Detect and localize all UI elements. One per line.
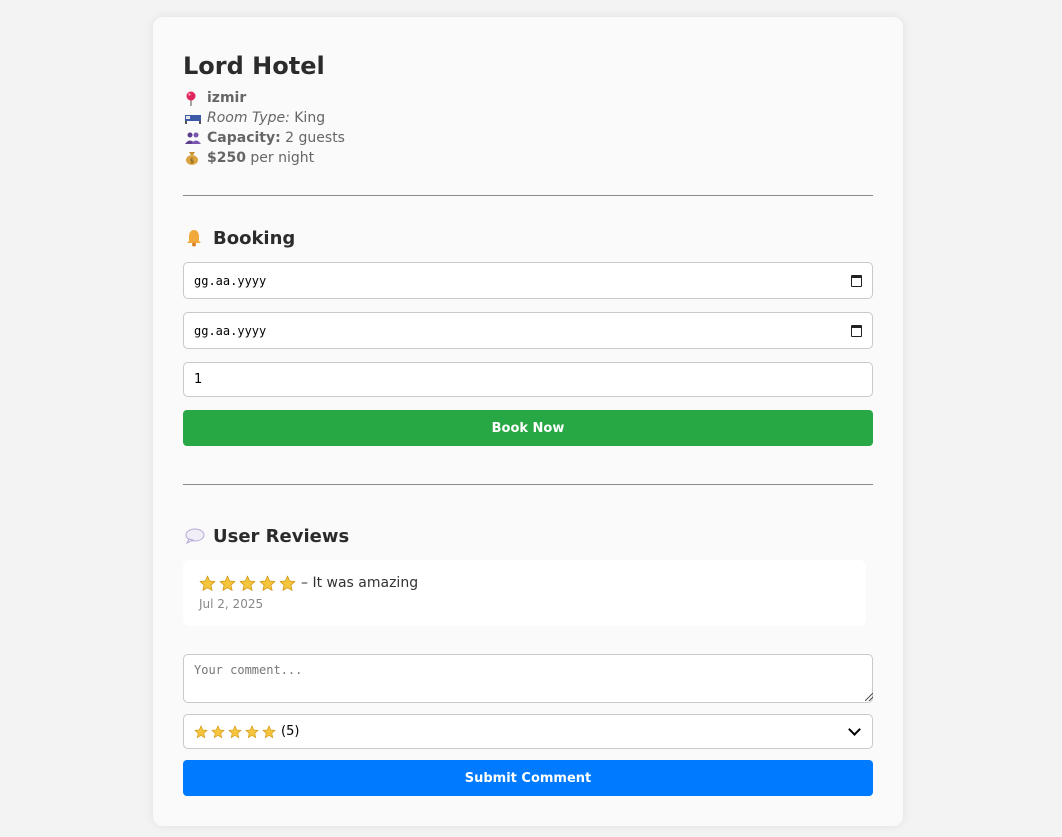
checkout-date-input[interactable]: gg.aa.yyyy: [183, 312, 873, 349]
price-suffix: per night: [250, 150, 315, 166]
room-type-label: Room Type:: [207, 110, 290, 126]
guests-icon: [185, 132, 207, 144]
price-row: $ $250 per night: [185, 148, 345, 168]
checkin-date-input[interactable]: gg.aa.yyyy: [183, 262, 873, 299]
reviews-title: User Reviews: [213, 525, 350, 547]
svg-text:$: $: [190, 157, 194, 165]
reviews-heading: User Reviews: [185, 523, 349, 549]
guests-value: 1: [194, 372, 203, 387]
star-icon: [228, 725, 242, 739]
star-icon: [199, 575, 216, 592]
hotel-info: izmir Room Type: King Capacity: 2 guests…: [185, 88, 345, 168]
bed-icon: [185, 112, 207, 124]
room-type-row: Room Type: King: [185, 108, 345, 128]
submit-comment-button[interactable]: Submit Comment: [183, 760, 873, 796]
calendar-icon[interactable]: [851, 274, 862, 287]
guests-number-input[interactable]: 1: [183, 362, 873, 397]
review-card: – It was amazing Jul 2, 2025: [183, 560, 866, 626]
star-icon: [262, 725, 276, 739]
bell-icon: [185, 229, 213, 247]
star-icon: [245, 725, 259, 739]
chevron-down-icon[interactable]: [848, 723, 861, 736]
star-icon: [279, 575, 296, 592]
star-icon: [194, 725, 208, 739]
capacity-value: 2 guests: [285, 130, 345, 146]
review-stars: [199, 575, 296, 592]
hotel-card: Lord Hotel izmir Room Type: King Capacit…: [153, 17, 903, 826]
location-text: izmir: [207, 90, 247, 106]
capacity-label: Capacity:: [207, 130, 281, 146]
book-now-button[interactable]: Book Now: [183, 410, 873, 446]
resize-handle[interactable]: [865, 693, 873, 701]
star-icon: [211, 725, 225, 739]
hotel-name: Lord Hotel: [183, 52, 325, 80]
booking-title: Booking: [213, 227, 296, 249]
divider: [183, 195, 873, 196]
calendar-icon[interactable]: [851, 324, 862, 337]
review-text: – It was amazing: [301, 575, 419, 591]
star-icon: [259, 575, 276, 592]
rating-stars: [194, 725, 276, 739]
money-bag-icon: $: [185, 151, 207, 165]
rating-selected: (5): [194, 724, 299, 739]
capacity-row: Capacity: 2 guests: [185, 128, 345, 148]
review-date: Jul 2, 2025: [199, 597, 264, 611]
rating-selected-text: (5): [281, 724, 300, 739]
checkin-placeholder: gg.aa.yyyy: [194, 273, 267, 288]
price-value: $250: [207, 150, 246, 166]
speech-bubble-icon: [185, 528, 213, 544]
booking-heading: Booking: [185, 225, 295, 251]
room-type-value: King: [294, 110, 326, 126]
review-line: – It was amazing: [199, 573, 850, 593]
divider: [183, 484, 873, 485]
rating-select[interactable]: (5): [183, 714, 873, 749]
pin-icon: [185, 91, 207, 106]
location-row: izmir: [185, 88, 345, 108]
checkout-placeholder: gg.aa.yyyy: [194, 323, 267, 338]
star-icon: [239, 575, 256, 592]
star-icon: [219, 575, 236, 592]
comment-textarea[interactable]: [183, 654, 873, 703]
